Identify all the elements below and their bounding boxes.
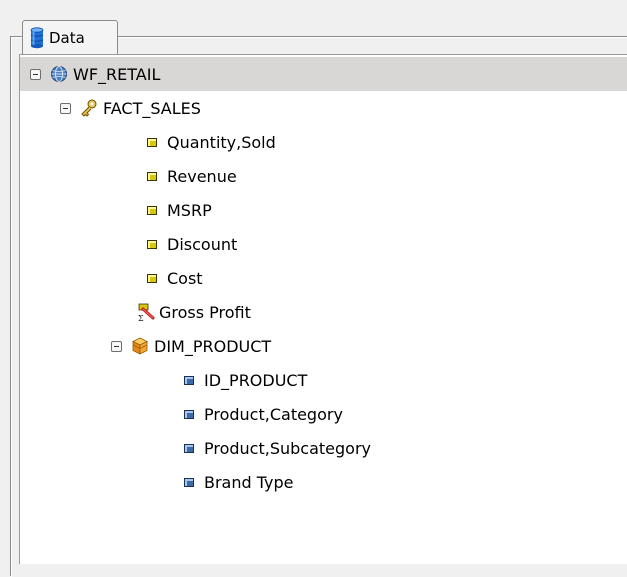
tree-node-measure[interactable]: Discount [20,227,627,261]
measure-icon [147,171,157,181]
tree-node-measure[interactable]: Quantity,Sold [20,125,627,159]
dimension-field-icon [184,375,194,385]
tree-node-dimension-field[interactable]: Brand Type [20,465,627,499]
dimension-field-icon [184,443,194,453]
tree-node-label: Discount [167,234,238,254]
tree-node-fact-sales[interactable]: FACT_SALES [20,91,627,125]
tree-node-label: Revenue [167,166,237,186]
tree-node-label: Quantity,Sold [167,132,276,152]
calculated-field-icon: Σ [137,302,157,323]
tree-node-measure[interactable]: Revenue [20,159,627,193]
tree-node-label: Product,Subcategory [204,438,371,458]
tree-node-label: ID_PRODUCT [204,370,308,390]
measure-icon [147,205,157,215]
tree-node-label: FACT_SALES [103,98,201,118]
tree-node-label: WF_RETAIL [73,64,161,84]
tree-node-measure[interactable]: MSRP [20,193,627,227]
measure-icon [147,137,157,147]
tree-node-measure[interactable]: Cost [20,261,627,295]
measure-icon [147,273,157,283]
collapse-toggle[interactable] [30,68,41,80]
tree-node-label: DIM_PRODUCT [154,336,272,356]
svg-text:Σ: Σ [138,314,144,322]
tree-node-dimension-field[interactable]: Product,Category [20,397,627,431]
dimension-field-icon [184,477,194,487]
tree-node-label: Product,Category [204,404,343,424]
dimension-field-icon [184,409,194,419]
collapse-toggle[interactable] [111,340,122,352]
tree-node-dimension-field[interactable]: Product,Subcategory [20,431,627,465]
data-tab-label: Data [49,28,85,47]
tree-node-dim-product[interactable]: DIM_PRODUCT [20,329,627,363]
tree-node-label: Brand Type [204,472,294,492]
tree-node-wf-retail[interactable]: WF_RETAIL [20,57,627,91]
collapse-toggle[interactable] [60,102,71,114]
tree-node-label: MSRP [167,200,212,220]
dimension-icon [130,336,150,356]
tree-node-dimension-field[interactable]: ID_PRODUCT [20,363,627,397]
data-tree[interactable]: WF_RETAIL FACT_SALES Quantity,Sold Reven… [19,54,627,564]
tree-node-label: Cost [167,268,203,288]
database-icon [29,26,45,49]
globe-icon [49,64,69,84]
measure-icon [147,239,157,249]
data-tab[interactable]: Data [22,20,118,54]
key-icon [79,98,99,118]
tree-node-calculated-field[interactable]: Σ Gross Profit [20,295,627,329]
tree-node-label: Gross Profit [159,302,251,322]
